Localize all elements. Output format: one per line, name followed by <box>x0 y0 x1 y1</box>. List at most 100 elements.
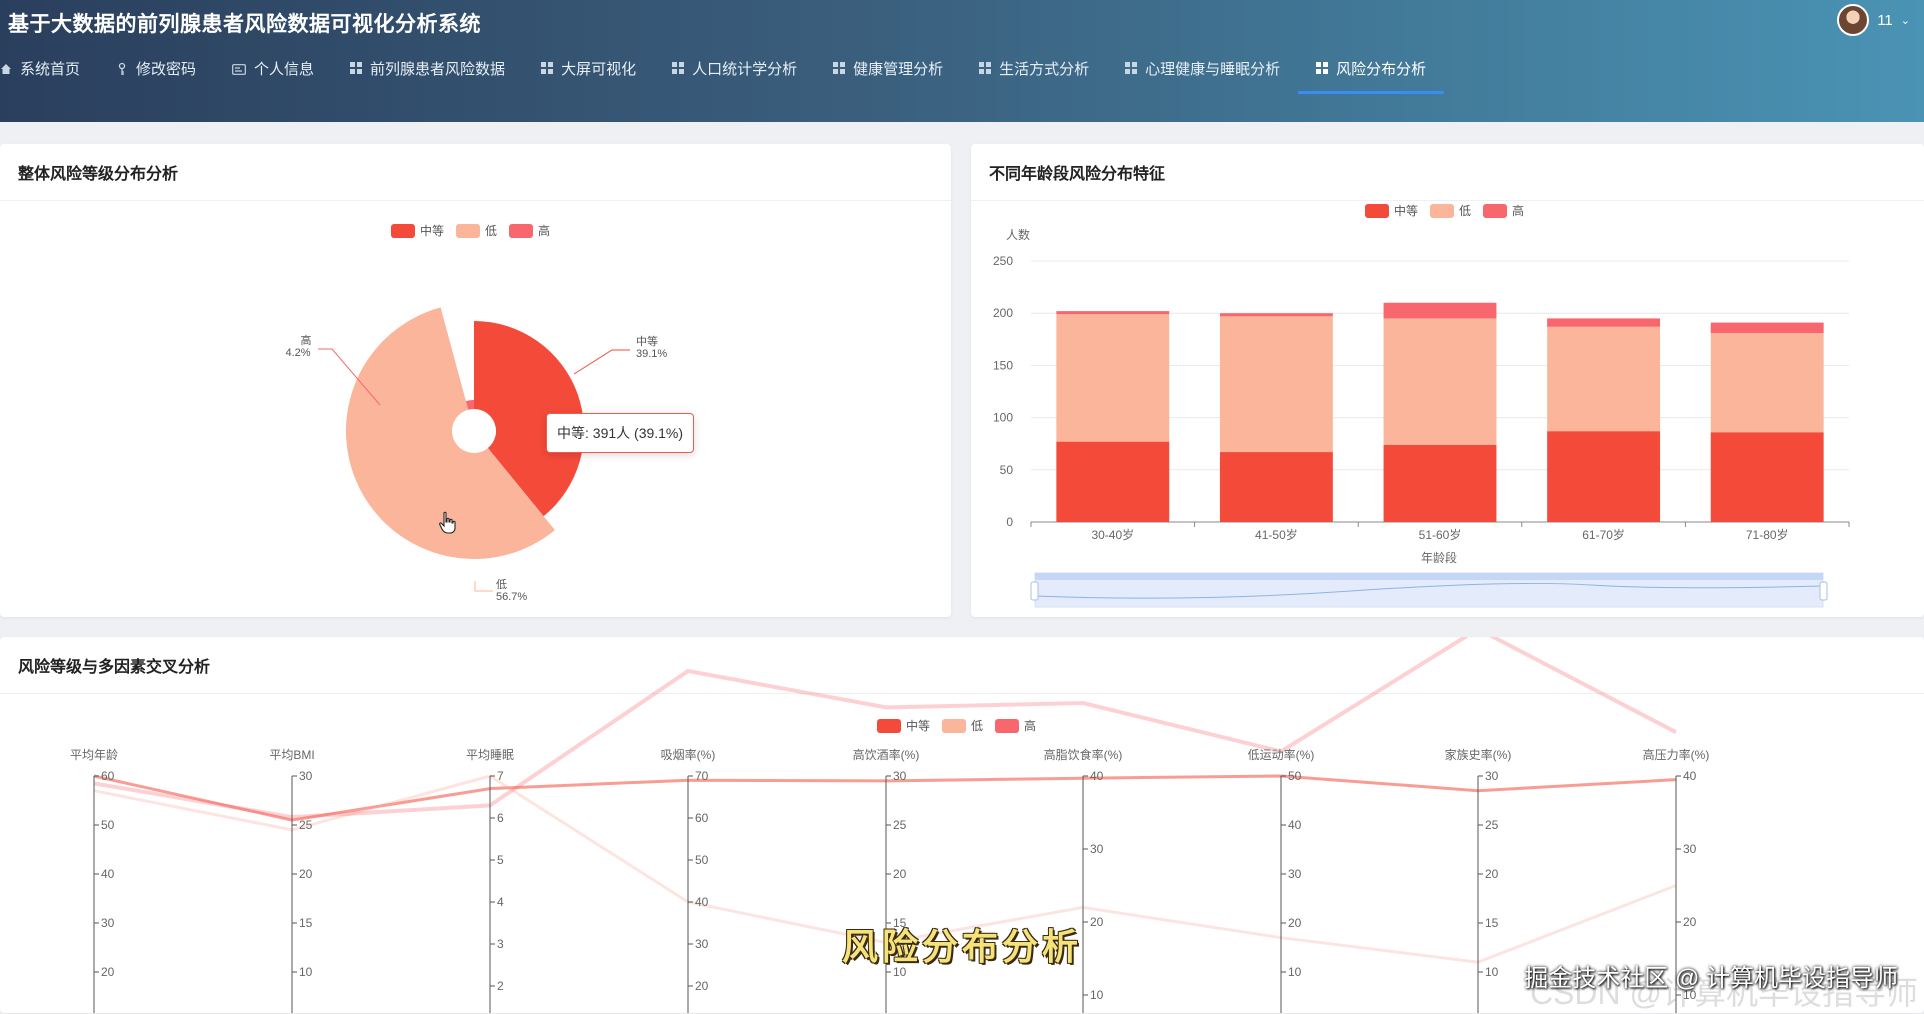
risk-rose-chart[interactable]: 高 4.2% 中等 39.1% 低 56.7% <box>0 144 951 617</box>
avatar[interactable] <box>1837 4 1870 36</box>
user-menu[interactable]: 11 ⌄ <box>1837 4 1910 36</box>
user-name[interactable]: 11 <box>1877 12 1893 29</box>
age-stacked-bar-chart[interactable]: 人数 0 50 100 150 200 250 30-40岁 41-50岁 51-60岁 61-… <box>971 144 1924 617</box>
axis-tick-label: 30 <box>695 937 709 951</box>
bar-segment[interactable] <box>1219 313 1333 317</box>
nav-item-health-management[interactable]: 健康管理分析 <box>815 50 961 86</box>
app-title: 基于大数据的前列腺患者风险数据可视化分析系统 <box>8 13 481 36</box>
y-tick-label: 100 <box>993 411 1013 425</box>
x-axis-label: 年龄段 <box>1421 550 1457 565</box>
grid-icon <box>1125 62 1138 74</box>
chart-tooltip: 中等: 391人 (39.1%) <box>546 413 695 453</box>
nav-label: 心理健康与睡眠分析 <box>1145 60 1281 78</box>
nav-item-lifestyle[interactable]: 生活方式分析 <box>961 50 1107 86</box>
y-tick-label: 150 <box>993 358 1013 372</box>
axis-tick-label: 20 <box>1683 915 1697 929</box>
nav-label: 生活方式分析 <box>999 60 1090 78</box>
bar-segment[interactable] <box>1547 431 1661 522</box>
pie-label-low-pct: 56.7% <box>496 591 527 603</box>
bar-segment[interactable] <box>1710 432 1824 522</box>
axis-tick-label: 60 <box>695 811 709 825</box>
bar-segment[interactable] <box>1056 311 1170 315</box>
x-tick-label: 41-50岁 <box>1255 527 1298 542</box>
x-tick-label: 61-70岁 <box>1582 527 1625 542</box>
axis-tick-label: 20 <box>1090 915 1104 929</box>
axis-tick-label: 15 <box>1485 916 1499 930</box>
axis-tick-label: 25 <box>893 818 907 832</box>
axis-tick-label: 30 <box>299 769 313 783</box>
axis-tick-label: 3 <box>497 937 504 951</box>
nav-item-big-screen[interactable]: 大屏可视化 <box>523 50 654 86</box>
nav-item-change-password[interactable]: 修改密码 <box>98 50 214 86</box>
axis-tick-label: 50 <box>695 853 709 867</box>
axis-name: 吸烟率(%) <box>661 747 716 762</box>
nav-item-risk-data[interactable]: 前列腺患者风险数据 <box>332 50 523 86</box>
y-tick-label: 0 <box>1006 515 1013 529</box>
site-watermark: 掘金技术社区 @ 计算机毕设指导师 <box>1524 965 1898 992</box>
x-tick-label: 30-40岁 <box>1091 527 1134 542</box>
nav-item-risk-distribution[interactable]: 风险分布分析 <box>1298 50 1445 94</box>
slider-handle-left <box>1030 581 1039 601</box>
axis-tick-label: 40 <box>101 867 115 881</box>
axis-tick-label: 6 <box>497 811 504 825</box>
overall-risk-card: 整体风险等级分布分析 中等 低 高 高 4.2% 中等 39.1% 低 56.7… <box>0 144 951 617</box>
nav-label: 健康管理分析 <box>853 60 944 78</box>
nav-label: 修改密码 <box>136 60 197 78</box>
bar-segment[interactable] <box>1056 441 1170 522</box>
home-icon <box>0 62 12 74</box>
nav-item-home[interactable]: 系统首页 <box>0 50 98 86</box>
axis-tick-label: 40 <box>695 895 709 909</box>
axis-tick-label: 20 <box>299 867 313 881</box>
y-tick-label: 200 <box>993 306 1013 320</box>
bar-segment[interactable] <box>1383 444 1497 522</box>
nav-label: 系统首页 <box>20 60 81 78</box>
pie-label-medium-pct: 39.1% <box>636 348 667 360</box>
axis-tick-label: 15 <box>299 916 313 930</box>
axis-tick-label: 2 <box>497 979 504 993</box>
axis-tick-label: 5 <box>497 853 504 867</box>
axis-tick-label: 50 <box>101 818 115 832</box>
pie-label-high-pct: 4.2% <box>285 347 310 359</box>
bar-segment[interactable] <box>1219 316 1333 453</box>
axis-tick-label: 20 <box>1288 916 1302 930</box>
nav-item-mental-sleep[interactable]: 心理健康与睡眠分析 <box>1107 50 1298 86</box>
axis-name: 高脂饮食率(%) <box>1044 747 1123 762</box>
pie-label-low: 低 <box>496 578 507 591</box>
bar-segment[interactable] <box>1056 314 1170 442</box>
bar-segment[interactable] <box>1383 318 1497 445</box>
bar-segment[interactable] <box>1547 326 1661 432</box>
bar-segment[interactable] <box>1219 452 1333 522</box>
grid-icon <box>1316 62 1329 74</box>
axis-tick-label: 30 <box>1288 867 1302 881</box>
axis-name: 低运动率(%) <box>1248 747 1315 762</box>
id-card-icon <box>232 62 246 75</box>
axis-tick-label: 25 <box>299 818 313 832</box>
grid-icon <box>350 62 363 74</box>
bar-segment[interactable] <box>1547 318 1661 327</box>
grid-icon <box>833 62 846 74</box>
axis-name: 高饮酒率(%) <box>853 747 920 762</box>
axis-tick-label: 10 <box>1090 988 1104 1002</box>
grid-icon <box>672 62 685 74</box>
chevron-down-icon[interactable]: ⌄ <box>1901 14 1910 27</box>
pie-label-high: 高 <box>301 333 312 347</box>
y-tick-label: 50 <box>1000 463 1014 477</box>
nav-item-demographics[interactable]: 人口统计学分析 <box>654 50 815 86</box>
parallel-series-line[interactable] <box>93 637 1677 820</box>
slider-handle-right <box>1819 581 1828 601</box>
axis-name: 家族史率(%) <box>1445 747 1512 762</box>
age-risk-card: 不同年龄段风险分布特征 中等 低 高 人数 0 50 100 150 200 250 30… <box>971 144 1924 617</box>
axis-tick-label: 40 <box>1090 769 1104 783</box>
axis-tick-label: 30 <box>1683 842 1697 856</box>
axis-name: 高压力率(%) <box>1643 747 1710 762</box>
axis-tick-label: 40 <box>1683 769 1697 783</box>
axis-tick-label: 25 <box>1485 818 1499 832</box>
nav-item-profile[interactable]: 个人信息 <box>214 50 332 86</box>
axis-tick-label: 10 <box>1485 965 1499 979</box>
axis-tick-label: 20 <box>695 979 709 993</box>
bar-segment[interactable] <box>1710 333 1824 433</box>
data-zoom-slider[interactable] <box>1030 572 1828 608</box>
bar-segment[interactable] <box>1383 302 1497 319</box>
axis-name: 平均睡眠 <box>466 748 514 762</box>
bar-segment[interactable] <box>1710 322 1824 334</box>
